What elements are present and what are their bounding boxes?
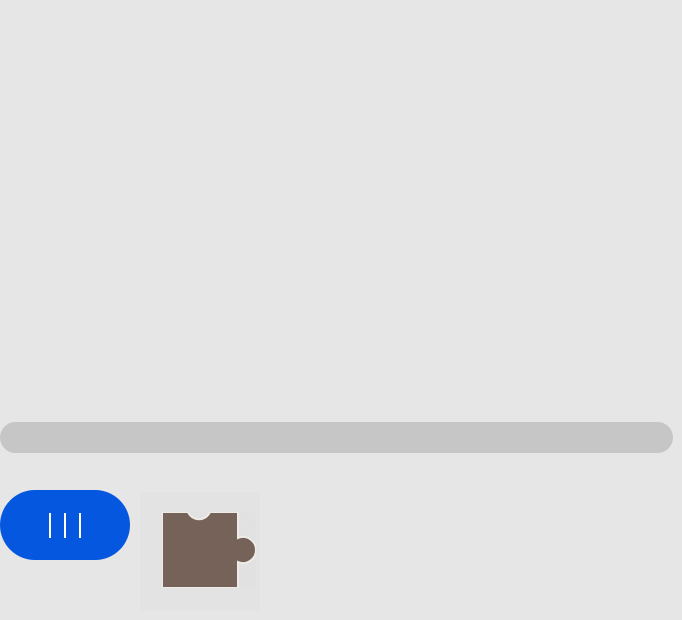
grip-line [49, 512, 51, 538]
slider-track[interactable] [0, 422, 673, 453]
puzzle-piece-icon [161, 511, 257, 589]
puzzle-piece[interactable] [140, 492, 260, 610]
grip-lines-icon [49, 512, 81, 538]
puzzle-piece-shape [161, 511, 257, 589]
grip-line [64, 512, 66, 538]
grip-line [79, 512, 81, 538]
slider-handle[interactable] [0, 490, 130, 560]
puzzle-background-area [0, 0, 682, 415]
